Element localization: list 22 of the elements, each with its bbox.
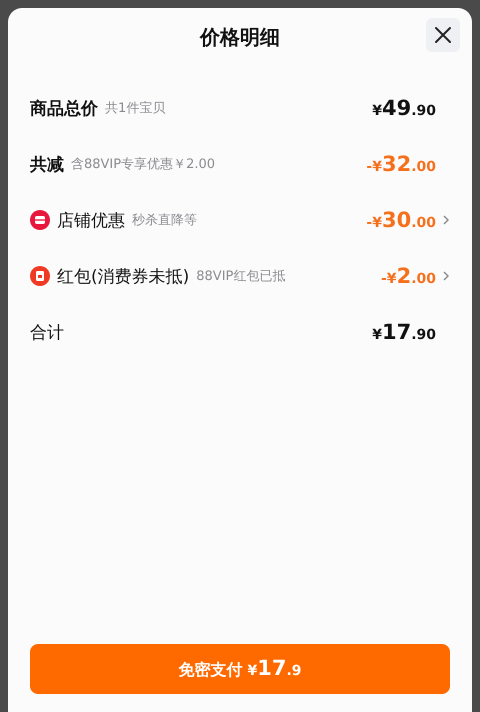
row-label: 共减: [30, 154, 64, 176]
row-note: 含88VIP专享优惠￥2.00: [71, 156, 216, 173]
amount: -¥2.00: [381, 264, 436, 288]
amount: -¥30.00: [366, 208, 436, 232]
row-note: 秒杀直降等: [132, 212, 197, 229]
amount: ¥49.90: [372, 96, 436, 120]
amount: ¥17.90: [372, 320, 436, 344]
store-icon: [30, 210, 50, 230]
row-label: 合计: [30, 322, 64, 344]
envelope-icon: [30, 266, 50, 286]
pay-button[interactable]: 免密支付 ¥17.9: [30, 644, 450, 694]
amount: -¥32.00: [366, 152, 436, 176]
row-label: 红包(消费券未抵): [57, 266, 190, 288]
close-icon: [434, 26, 452, 44]
close-button[interactable]: [426, 18, 460, 52]
sheet-title: 价格明细: [200, 24, 280, 50]
chevron-icon[interactable]: [442, 214, 450, 226]
row-label: 店铺优惠: [57, 210, 125, 232]
row-label: 商品总价: [30, 98, 98, 120]
chevron-icon[interactable]: [442, 270, 450, 282]
row-note: 共1件宝贝: [105, 100, 166, 117]
row-note: 88VIP红包已抵: [196, 268, 286, 285]
